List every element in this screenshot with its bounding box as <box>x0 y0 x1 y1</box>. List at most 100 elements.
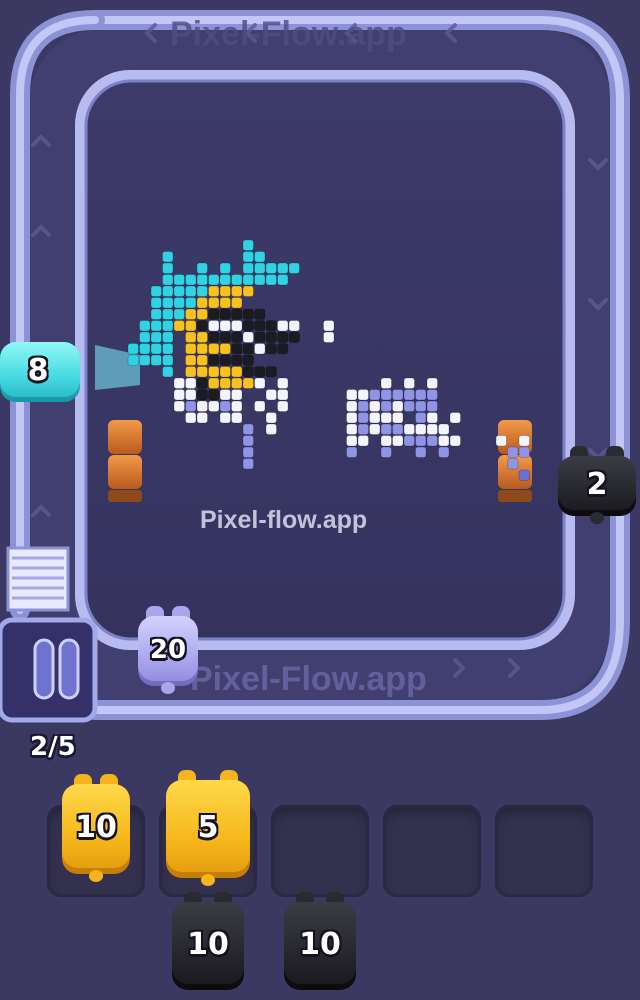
pixel-block <box>438 446 450 458</box>
pixel-block <box>208 297 220 309</box>
pixel-block <box>162 262 174 274</box>
pixel-block <box>415 423 427 435</box>
pixel-block <box>219 274 231 286</box>
pixel-block <box>277 331 289 343</box>
pixel-block <box>426 435 438 447</box>
pixel-block <box>150 308 162 320</box>
pixel-block <box>196 377 208 389</box>
pixel-block <box>196 262 208 274</box>
pixel-block <box>219 389 231 401</box>
pixel-block <box>380 423 392 435</box>
pixel-block <box>277 343 289 355</box>
pixel-block <box>403 400 415 412</box>
pixel-block <box>277 262 289 274</box>
pixel-block <box>162 297 174 309</box>
pixel-block <box>265 274 277 286</box>
shooter-lavender[interactable]: 20 <box>138 606 198 694</box>
pixel-block <box>380 446 392 458</box>
pixel-block <box>231 400 243 412</box>
pixel-block <box>265 320 277 332</box>
watermark: Pixel-flow.app <box>200 506 368 534</box>
pixel-block <box>380 435 392 447</box>
shooter-value: 8 <box>27 353 49 388</box>
pixel-block <box>265 331 277 343</box>
pixel-block <box>231 308 243 320</box>
shooter-black-queue-1[interactable]: 10 <box>172 892 244 998</box>
pixel-block <box>438 435 450 447</box>
pixel-block <box>449 412 461 424</box>
shooter-black-track[interactable]: 2 <box>558 446 636 524</box>
pixel-block <box>185 297 197 309</box>
pixel-block <box>231 285 243 297</box>
pixel-block <box>173 389 185 401</box>
pixel-block <box>162 308 174 320</box>
pixel-block <box>449 435 461 447</box>
pixel-block <box>254 251 266 263</box>
edge-watermark-top: Pixel-Flow.app <box>170 15 407 53</box>
pixel-block <box>150 297 162 309</box>
pixel-block <box>415 389 427 401</box>
pixel-block <box>415 400 427 412</box>
pixel-block <box>208 354 220 366</box>
pixel-block <box>219 262 231 274</box>
pixel-block <box>254 400 266 412</box>
pixel-block <box>380 400 392 412</box>
pixel-block <box>288 320 300 332</box>
pixel-block <box>392 400 404 412</box>
shooter-value: 10 <box>75 810 117 845</box>
pixel-block <box>231 377 243 389</box>
pixel-block <box>173 308 185 320</box>
pixel-block <box>185 412 197 424</box>
pixel-block <box>196 308 208 320</box>
pixel-block <box>392 412 404 424</box>
pixel-block <box>288 331 300 343</box>
pixel-block <box>208 377 220 389</box>
pixel-block <box>185 274 197 286</box>
pixel-block <box>139 354 151 366</box>
pixel-block <box>242 366 254 378</box>
pixel-block <box>403 423 415 435</box>
pixel-block <box>219 331 231 343</box>
pixel-block <box>357 412 369 424</box>
pixel-block <box>403 377 415 389</box>
pixel-block <box>277 400 289 412</box>
pixel-block <box>254 366 266 378</box>
pixel-block <box>185 308 197 320</box>
pixel-block <box>127 343 139 355</box>
pixel-block <box>507 458 519 470</box>
slot-3[interactable] <box>271 805 369 897</box>
shooter-cyan[interactable]: 8 <box>0 332 80 410</box>
shooter-yellow-slot-2[interactable]: 5 <box>166 770 250 886</box>
pixel-block <box>208 274 220 286</box>
pixel-block <box>185 354 197 366</box>
pixel-block <box>196 331 208 343</box>
pixel-block <box>242 308 254 320</box>
pixel-block <box>403 389 415 401</box>
pixel-block <box>150 331 162 343</box>
pixel-block <box>242 377 254 389</box>
pixel-block <box>196 354 208 366</box>
pixel-block <box>162 320 174 332</box>
pixel-block <box>219 285 231 297</box>
pixel-block <box>162 354 174 366</box>
pixel-block <box>219 354 231 366</box>
pixel-block <box>242 458 254 470</box>
pixel-block <box>242 320 254 332</box>
pixel-block <box>162 274 174 286</box>
pixel-block <box>277 389 289 401</box>
pixel-block <box>162 331 174 343</box>
pixel-block <box>173 320 185 332</box>
pixel-block <box>403 435 415 447</box>
shooter-black-queue-2[interactable]: 10 <box>284 892 356 998</box>
pixel-block <box>150 343 162 355</box>
pixel-block <box>254 274 266 286</box>
pixel-block <box>173 285 185 297</box>
slot-4[interactable] <box>383 805 481 897</box>
pixel-block <box>162 366 174 378</box>
pixel-block <box>196 343 208 355</box>
shooter-yellow-slot-1[interactable]: 10 <box>62 774 130 882</box>
slot-5[interactable] <box>495 805 593 897</box>
pixel-block <box>415 435 427 447</box>
pixel-block <box>242 274 254 286</box>
pixel-block <box>185 285 197 297</box>
